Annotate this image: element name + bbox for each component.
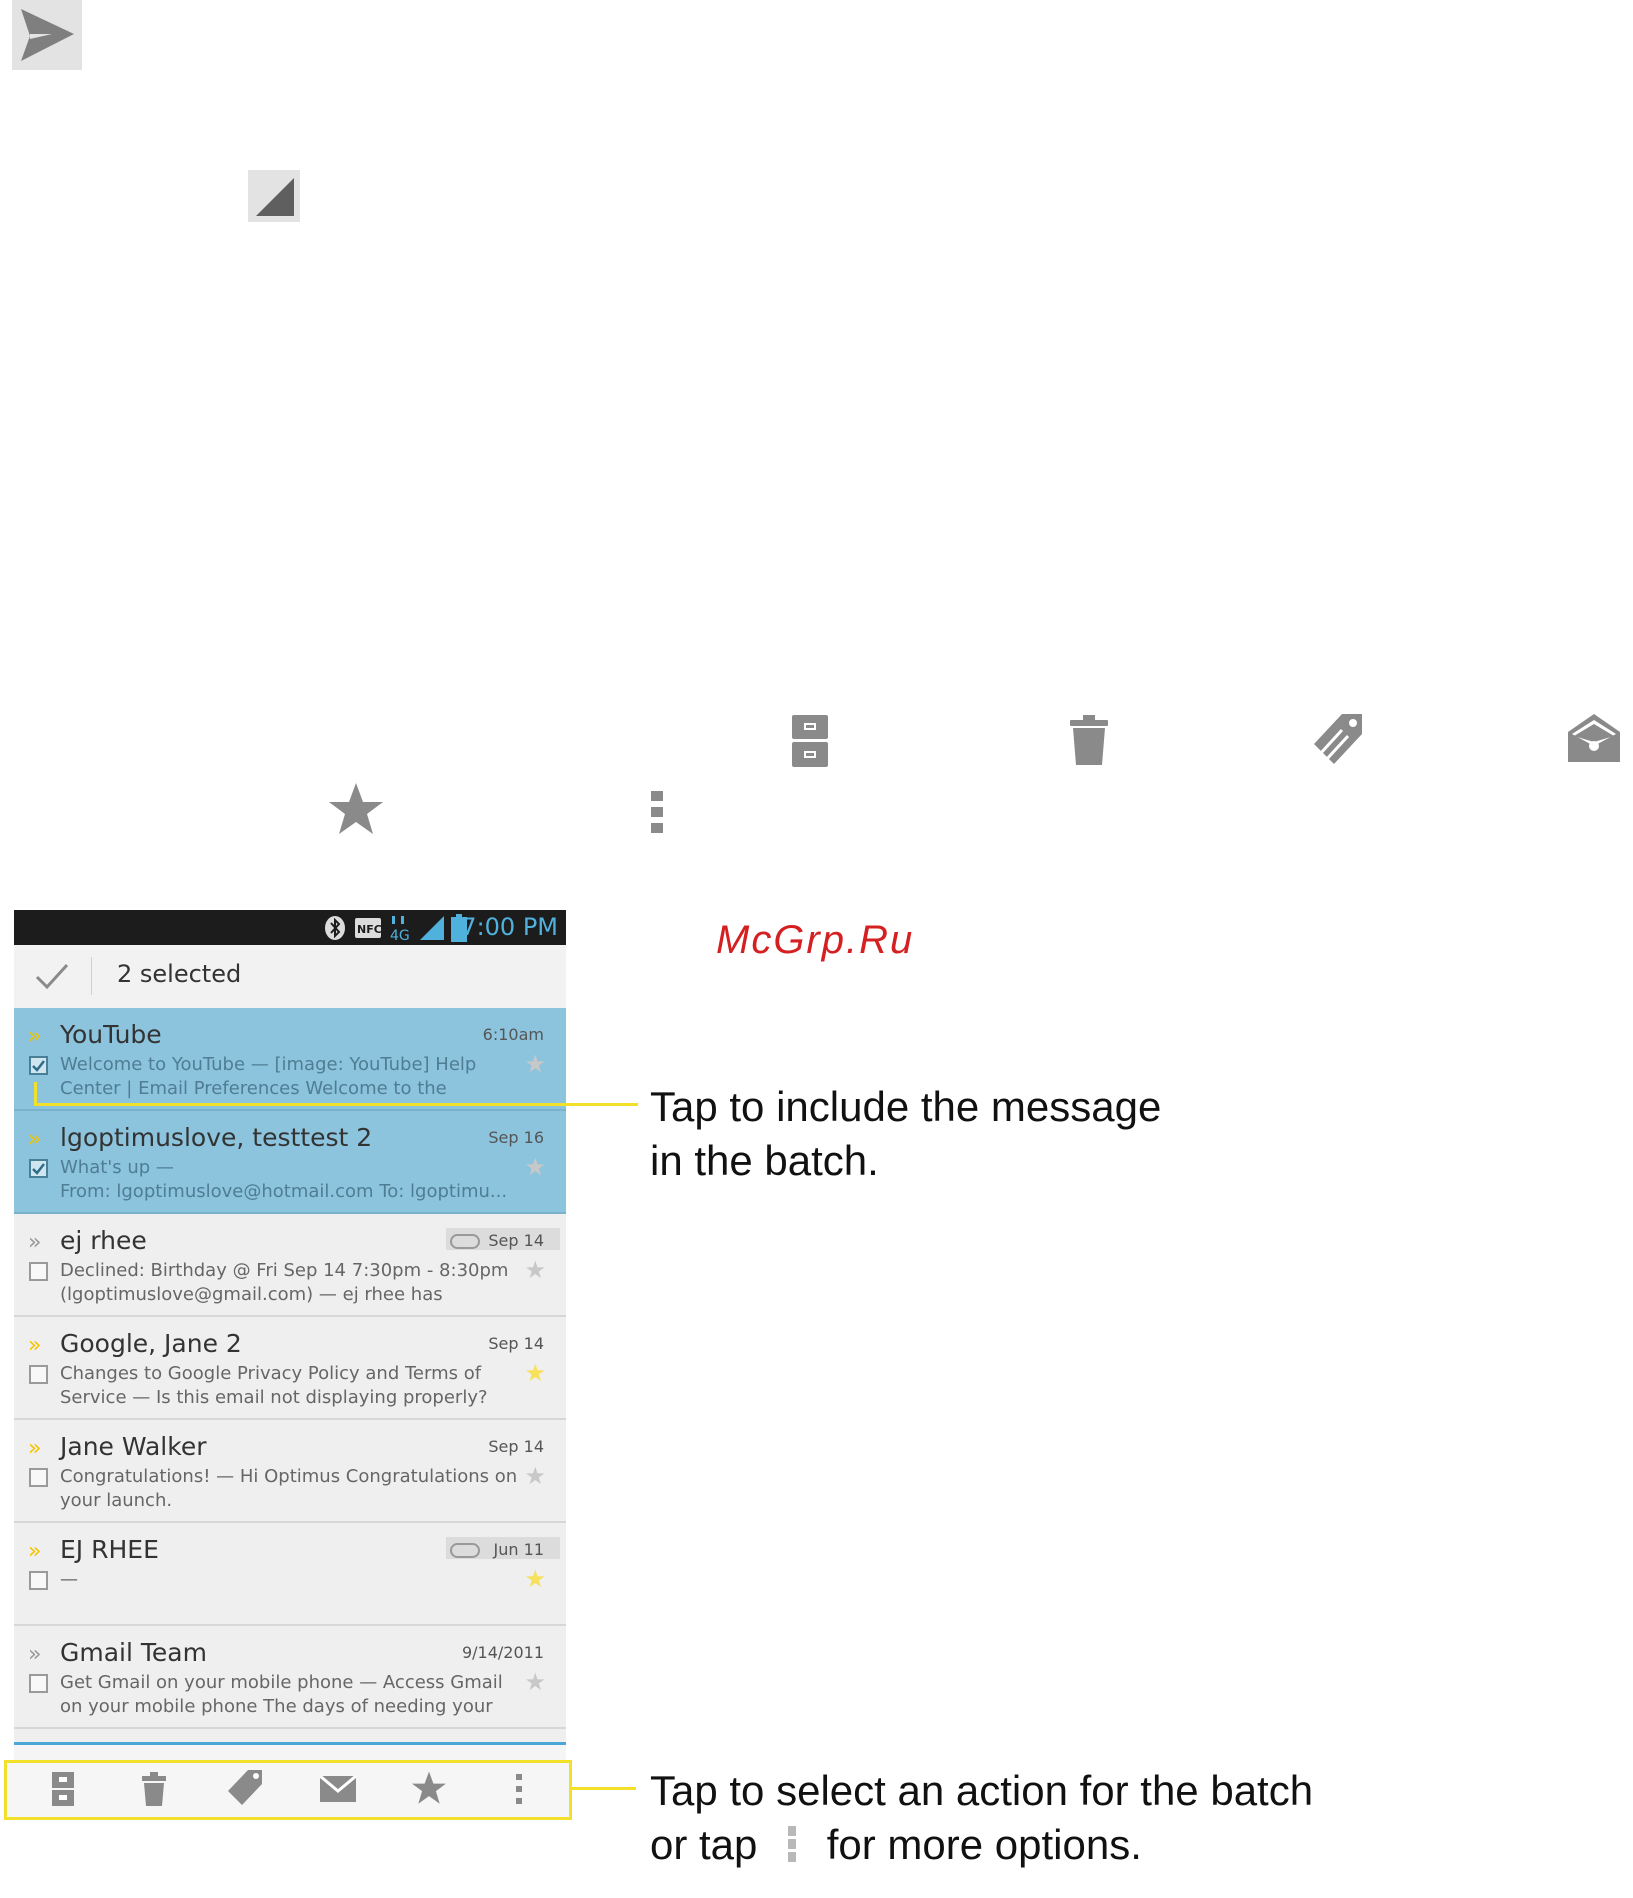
select-checkbox[interactable] xyxy=(29,1159,48,1178)
message-sender: lgoptimuslove, testtest 2 xyxy=(60,1123,373,1152)
message-date: Sep 14 xyxy=(488,1334,544,1353)
message-date: 9/14/2011 xyxy=(461,1643,544,1662)
label-tag-icon xyxy=(1312,712,1364,773)
message-snippet-line2: your launch. xyxy=(60,1490,173,1511)
status-bar: NFC 4G 7:00 PM xyxy=(14,910,566,945)
message-row[interactable]: » Gmail Team 9/14/2011 Get Gmail on your mo… xyxy=(14,1626,566,1729)
message-date: Sep 14 xyxy=(488,1231,544,1250)
overflow-menu-icon xyxy=(650,790,664,839)
message-sender: EJ RHEE xyxy=(60,1535,159,1564)
callout-action-line2-pre: or tap xyxy=(650,1821,758,1868)
bluetooth-icon xyxy=(325,916,345,940)
callout-action: Tap to select an action for the batch or… xyxy=(650,1764,1313,1872)
message-sender: ej rhee xyxy=(60,1226,147,1255)
star-toggle-icon[interactable]: ★ xyxy=(524,1462,546,1491)
message-snippet-line1: Declined: Birthday @ Fri Sep 14 7:30pm -… xyxy=(60,1260,509,1281)
message-date: 6:10am xyxy=(482,1025,544,1044)
importance-marker-icon: » xyxy=(28,1127,42,1152)
message-snippet-line2: Center | Email Preferences Welcome to th… xyxy=(60,1078,447,1099)
trash-icon xyxy=(1068,714,1110,771)
phone-screenshot: NFC 4G 7:00 PM 2 selected » YouTube 6:10am… xyxy=(14,910,566,1770)
archive-icon[interactable] xyxy=(51,1771,75,1807)
callout-leader-tick xyxy=(34,1082,37,1106)
envelope-icon[interactable] xyxy=(319,1775,357,1803)
importance-marker-icon: » xyxy=(28,1436,42,1461)
message-sender: Jane Walker xyxy=(60,1432,207,1461)
trash-icon[interactable] xyxy=(141,1771,167,1807)
envelope-open-icon xyxy=(1566,712,1622,769)
callout-action-line2-post: for more options. xyxy=(826,1821,1142,1868)
star-icon xyxy=(328,782,384,841)
star-toggle-icon[interactable]: ★ xyxy=(524,1256,546,1285)
message-snippet-line1: What's up — xyxy=(60,1157,174,1178)
batch-action-toolbar xyxy=(4,1760,572,1820)
select-checkbox[interactable] xyxy=(29,1468,48,1487)
signal-icon xyxy=(420,916,444,940)
callout-leader-line xyxy=(36,1103,638,1106)
select-checkbox[interactable] xyxy=(29,1262,48,1281)
callout-action-line2: or tap for more options. xyxy=(650,1818,1313,1872)
svg-text:4G: 4G xyxy=(390,928,410,942)
message-snippet-line1: Changes to Google Privacy Policy and Ter… xyxy=(60,1363,482,1384)
callout-include-line1: Tap to include the message xyxy=(650,1083,1162,1130)
select-checkbox[interactable] xyxy=(29,1365,48,1384)
importance-marker-icon: » xyxy=(28,1642,42,1667)
callout-include-line2: in the batch. xyxy=(650,1137,879,1184)
message-snippet-line2: (lgoptimuslove@gmail.com) — ej rhee has xyxy=(60,1284,443,1305)
message-sender: YouTube xyxy=(60,1020,162,1049)
overflow-menu-icon xyxy=(788,1826,797,1862)
checkmark-done-icon[interactable] xyxy=(34,962,70,990)
importance-marker-icon: » xyxy=(28,1230,42,1255)
callout-include: Tap to include the message in the batch. xyxy=(650,1080,1161,1188)
message-sender: Google, Jane 2 xyxy=(60,1329,242,1358)
importance-marker-icon: » xyxy=(28,1539,42,1564)
message-date: Sep 16 xyxy=(488,1128,544,1147)
watermark: McGrp.Ru xyxy=(716,918,915,962)
select-checkbox[interactable] xyxy=(29,1674,48,1693)
divider xyxy=(91,957,92,995)
archive-icon xyxy=(791,714,829,773)
send-icon xyxy=(12,0,82,70)
star-toggle-icon[interactable]: ★ xyxy=(524,1050,546,1079)
message-snippet-line2: on your mobile phone The days of needing… xyxy=(60,1696,493,1717)
status-time: 7:00 PM xyxy=(461,913,558,941)
message-snippet-line1: Congratulations! — Hi Optimus Congratula… xyxy=(60,1466,518,1487)
message-row[interactable]: » Google, Jane 2 Sep 14 Changes to Google P… xyxy=(14,1317,566,1420)
star-toggle-icon[interactable]: ★ xyxy=(524,1359,546,1388)
svg-text:NFC: NFC xyxy=(357,923,382,936)
selection-action-bar: 2 selected xyxy=(14,945,566,1008)
corner-triangle-icon xyxy=(248,170,300,222)
message-list: » YouTube 6:10am Welcome to YouTube — [imag… xyxy=(14,1008,566,1729)
attachment-icon xyxy=(450,1543,480,1558)
attachment-icon xyxy=(450,1234,480,1249)
message-row[interactable]: » YouTube 6:10am Welcome to YouTube — [imag… xyxy=(14,1008,566,1111)
message-row[interactable]: » ej rhee Sep 14 Declined: Birthday @ Fri S… xyxy=(14,1214,566,1317)
star-toggle-icon[interactable]: ★ xyxy=(524,1668,546,1697)
callout-leader-line xyxy=(572,1787,636,1790)
select-checkbox[interactable] xyxy=(29,1571,48,1590)
importance-marker-icon: » xyxy=(28,1024,42,1049)
select-checkbox[interactable] xyxy=(29,1056,48,1075)
message-snippet-line1: Get Gmail on your mobile phone — Access … xyxy=(60,1672,503,1693)
nfc-icon: NFC xyxy=(355,918,382,938)
message-row[interactable]: » Jane Walker Sep 14 Congratulations! — Hi … xyxy=(14,1420,566,1523)
message-snippet-line1: Welcome to YouTube — [image: YouTube] He… xyxy=(60,1054,477,1075)
message-date: Jun 11 xyxy=(493,1540,544,1559)
message-snippet-line2: From: lgoptimuslove@hotmail.com To: lgop… xyxy=(60,1181,508,1202)
message-snippet-line1: — xyxy=(60,1569,78,1590)
label-tag-icon[interactable] xyxy=(227,1769,263,1807)
overflow-menu-icon[interactable] xyxy=(515,1773,523,1805)
star-toggle-icon[interactable]: ★ xyxy=(524,1565,546,1594)
star-icon[interactable] xyxy=(411,1771,447,1805)
selected-count: 2 selected xyxy=(117,960,242,988)
callout-action-line1: Tap to select an action for the batch xyxy=(650,1767,1314,1814)
message-snippet-line2: Service — Is this email not displaying p… xyxy=(60,1387,488,1408)
star-toggle-icon[interactable]: ★ xyxy=(524,1153,546,1182)
importance-marker-icon: » xyxy=(28,1333,42,1358)
message-row[interactable]: » lgoptimuslove, testtest 2 Sep 16 What's u… xyxy=(14,1111,566,1214)
message-date: Sep 14 xyxy=(488,1437,544,1456)
4g-icon: 4G xyxy=(390,916,410,942)
message-sender: Gmail Team xyxy=(60,1638,207,1667)
message-row[interactable]: » EJ RHEE Jun 11 — ★ xyxy=(14,1523,566,1626)
